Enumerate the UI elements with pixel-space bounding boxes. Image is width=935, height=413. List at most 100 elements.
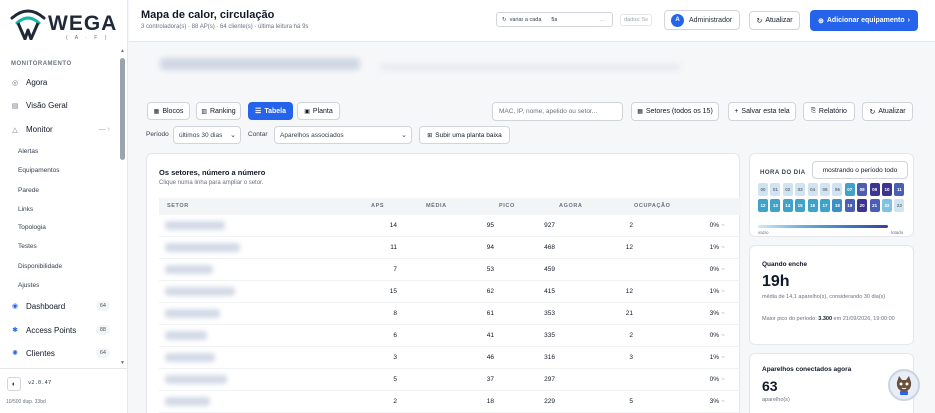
hour-cell[interactable]: 10 xyxy=(882,183,892,196)
theme-toggle-button[interactable]: ◐ xyxy=(7,377,21,391)
period-toggle-button[interactable]: mostrando o período todo xyxy=(812,161,908,179)
search-input[interactable]: MAC, IP, nome, apelido ou setor... xyxy=(492,102,623,121)
sidebar-sub-disponibilidade[interactable]: Disponibilidade xyxy=(18,263,62,270)
report-button[interactable]: ⎘ Relatório xyxy=(803,102,855,121)
refresh-button[interactable]: ↻ Atualizar xyxy=(749,11,800,30)
kpi-peak-suffix: em 21/09/2026, 19:00:00 xyxy=(832,316,895,322)
hour-cell[interactable]: 05 xyxy=(820,183,830,196)
table-row[interactable]: 5 37 297 0% ~ xyxy=(159,369,741,391)
scroll-up-icon[interactable]: ▲ xyxy=(120,48,125,54)
trend-icon: ~ xyxy=(721,288,725,295)
table-row[interactable]: 11 94 468 12 1% ~ xyxy=(159,237,741,259)
trend-icon: ~ xyxy=(721,398,725,405)
access-point-icon: ✱ xyxy=(12,327,18,334)
col-aps[interactable]: APS xyxy=(371,203,384,209)
hour-cell[interactable]: 21 xyxy=(869,199,880,212)
hour-cell[interactable]: 13 xyxy=(770,199,781,212)
hour-cell[interactable]: 18 xyxy=(832,199,843,212)
col-ocupacao[interactable]: OCUPAÇÃO xyxy=(634,203,670,209)
cell-pico: 927 xyxy=(544,222,555,229)
user-menu-button[interactable]: A Administrador xyxy=(664,10,740,30)
hour-cell[interactable]: 12 xyxy=(758,199,768,212)
table-row[interactable]: 3 46 316 3 1% ~ xyxy=(159,347,741,369)
cell-setor-blurred xyxy=(165,243,240,252)
sidebar-sub-ajustes[interactable]: Ajustes xyxy=(18,282,39,289)
sidebar-item-visao-geral[interactable]: ▤ Visão Geral xyxy=(10,101,110,110)
update-button[interactable]: ↻ Atualizar xyxy=(862,102,913,121)
table-subtitle: Clique numa linha para ampliar o setor. xyxy=(159,180,264,186)
hour-cell[interactable]: 19 xyxy=(844,199,855,212)
hour-cell[interactable]: 06 xyxy=(832,183,843,196)
hour-cell[interactable]: 02 xyxy=(782,183,793,196)
tab-blocos[interactable]: ▦ Blocos xyxy=(147,102,190,120)
sidebar-item-label: Visão Geral xyxy=(26,101,68,110)
table-row[interactable]: 15 62 415 12 1% ~ xyxy=(159,281,741,303)
table-row[interactable]: 14 95 927 2 0% ~ xyxy=(159,215,741,237)
hour-cell[interactable]: 00 xyxy=(758,183,768,196)
hour-cell[interactable]: 22 xyxy=(882,199,892,212)
table-row[interactable]: 6 41 335 2 0% ~ xyxy=(159,325,741,347)
period-select[interactable]: últimos 30 dias ⌄ xyxy=(173,126,241,144)
table-row[interactable]: 2 18 229 5 3% ~ xyxy=(159,391,741,413)
col-media[interactable]: MÉDIA xyxy=(426,203,447,209)
col-pico[interactable]: PICO xyxy=(499,203,515,209)
hour-cell[interactable]: 16 xyxy=(807,199,818,212)
cell-pico: 316 xyxy=(544,354,555,361)
brand-sub: ( A · F ) xyxy=(66,35,110,41)
plus-icon: + xyxy=(734,108,739,115)
hour-cell[interactable]: 04 xyxy=(807,183,818,196)
tab-tabela[interactable]: ☰ Tabela xyxy=(248,102,293,120)
sidebar-scroll-thumb[interactable] xyxy=(120,58,125,160)
cell-media: 18 xyxy=(486,398,494,405)
period-value: últimos 30 dias xyxy=(179,131,223,139)
trend-icon: ~ xyxy=(721,332,725,339)
sidebar-sub-equipamentos[interactable]: Equipamentos xyxy=(18,167,60,174)
sidebar-sub-testes[interactable]: Testes xyxy=(18,243,37,250)
sidebar-sub-topologia[interactable]: Topologia xyxy=(18,224,46,231)
wega-logo[interactable]: WEGA ( A · F ) xyxy=(8,6,120,41)
tab-ranking[interactable]: ▥ Ranking xyxy=(196,102,241,120)
user-name: Administrador xyxy=(689,16,733,24)
table-row[interactable]: 7 53 459 0% ~ xyxy=(159,259,741,281)
sectors-filter-button[interactable]: ▦ Setores (todos os 15) xyxy=(631,102,719,121)
sidebar-item-label: Monitor xyxy=(26,125,53,134)
cell-ocupacao: 0% xyxy=(709,222,719,229)
trend-icon: ~ xyxy=(721,354,725,361)
hour-cell[interactable]: 09 xyxy=(869,183,880,196)
hour-cell[interactable]: 08 xyxy=(857,183,868,196)
hour-cell[interactable]: 15 xyxy=(795,199,806,212)
kpi-peak-prefix: Maior pico do período: xyxy=(762,316,819,322)
sidebar-item-agora[interactable]: ◎ Agora xyxy=(10,78,110,87)
refresh-interval-select[interactable]: ↻ variar a cada 5s … xyxy=(496,12,613,27)
hour-cell[interactable]: 14 xyxy=(782,199,793,212)
table-row[interactable]: 8 61 353 21 3% ~ xyxy=(159,303,741,325)
count-badge: 64 xyxy=(95,348,110,358)
cell-setor-blurred xyxy=(165,353,215,362)
save-view-button[interactable]: + Salvar esta tela xyxy=(728,102,796,121)
sidebar-item-clientes[interactable]: ✺ Clientes 64 xyxy=(10,348,110,358)
upload-floorplan-button[interactable]: ⊞ Subir uma planta baixa xyxy=(419,126,510,144)
sidebar-item-monitor[interactable]: △ Monitor — › xyxy=(10,125,110,134)
sidebar-sub-alertas[interactable]: Alertas xyxy=(18,148,38,155)
sidebar-item-access-points[interactable]: ✱ Access Points 88 xyxy=(10,325,110,335)
assistant-avatar-button[interactable] xyxy=(888,369,920,401)
hour-cell[interactable]: 07 xyxy=(844,183,855,196)
add-equipment-button[interactable]: ⊕ Adicionar equipamento › xyxy=(810,10,918,31)
col-agora[interactable]: AGORA xyxy=(559,203,582,209)
hour-cell[interactable]: 11 xyxy=(894,183,905,196)
hour-cell[interactable]: 20 xyxy=(857,199,868,212)
sidebar-item-dashboard[interactable]: ◉ Dashboard 64 xyxy=(10,301,110,311)
sidebar-sub-parede[interactable]: Parede xyxy=(18,187,39,194)
hour-cell[interactable]: 23 xyxy=(894,199,905,212)
count-select[interactable]: Aparelhos associados ⌄ xyxy=(274,126,412,144)
hour-cell[interactable]: 17 xyxy=(820,199,830,212)
scroll-down-icon[interactable]: ▼ xyxy=(120,360,125,366)
hour-cell[interactable]: 03 xyxy=(795,183,806,196)
sidebar-sub-links[interactable]: Links xyxy=(18,206,33,213)
legend-high: lotado xyxy=(891,230,904,235)
tab-planta[interactable]: ▣ Planta xyxy=(297,102,340,120)
cell-media: 94 xyxy=(486,244,494,251)
sectors-icon: ▦ xyxy=(637,109,643,115)
col-setor[interactable]: SETOR xyxy=(167,203,189,209)
hour-cell[interactable]: 01 xyxy=(770,183,781,196)
